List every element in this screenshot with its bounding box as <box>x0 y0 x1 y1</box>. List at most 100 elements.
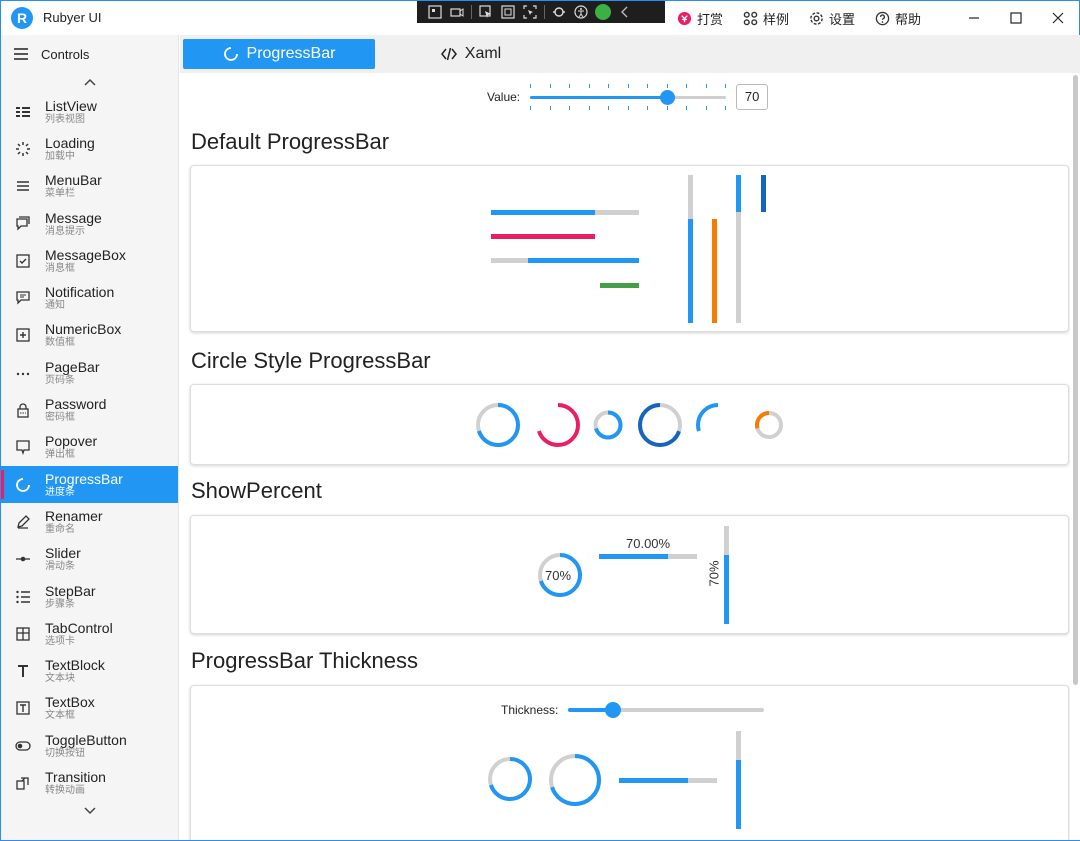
progressbar-horizontal-pink <box>491 234 595 239</box>
layout-adorner-icon[interactable] <box>500 5 516 19</box>
sidebar-item-sublabel: 进度条 <box>45 486 75 498</box>
sidebar-item-sublabel: 滑动条 <box>45 561 75 573</box>
settings-label: 设置 <box>829 12 856 27</box>
close-button[interactable] <box>1037 1 1079 35</box>
thickness-circle-large <box>549 754 601 806</box>
donate-button[interactable]: 打赏 <box>677 9 723 28</box>
bar-percent-text: 70.00% <box>626 536 671 551</box>
progressbar-horizontal-green <box>600 283 639 288</box>
collapse-toolbar-icon[interactable] <box>617 5 633 19</box>
thickness-slider[interactable] <box>568 701 765 719</box>
sidebar-item-sublabel: 数值框 <box>45 337 75 349</box>
sidebar-item-menubar[interactable]: MenuBar 菜单栏 <box>1 168 178 205</box>
circle-progress-partial <box>696 403 740 447</box>
progressbar-vertical-top <box>736 175 741 323</box>
sidebar-item-loading[interactable]: Loading 加载中 <box>1 130 178 167</box>
sidebar-item-label: ToggleButton <box>45 731 127 748</box>
vertical-percent-text: 70% <box>706 560 722 587</box>
thickness-label: Thickness: <box>501 703 559 717</box>
code-icon <box>440 47 457 61</box>
circle-percent-text: 70% <box>545 568 572 583</box>
check-ok-icon[interactable] <box>595 4 611 20</box>
progressbar-vertical-darkblue <box>761 175 766 212</box>
progressbar-percent-vertical <box>724 526 729 624</box>
sidebar-item-messagebox[interactable]: MessageBox 消息框 <box>1 242 178 279</box>
transition-icon <box>1 775 45 791</box>
chevron-up-icon <box>83 78 96 86</box>
donate-icon <box>677 11 692 26</box>
thickness-slider-thumb[interactable] <box>605 702 622 718</box>
sidebar-scroll-down[interactable] <box>1 802 178 820</box>
debug-toolbar <box>417 1 665 23</box>
app-logo-icon: R <box>11 7 33 29</box>
circle-progress-blue <box>476 403 520 447</box>
value-input[interactable]: 70 <box>736 84 769 110</box>
progress-fill <box>599 554 668 559</box>
sidebar-item-transition[interactable]: Transition 转换动画 <box>1 764 178 801</box>
minimize-icon <box>969 17 979 19</box>
progress-fill <box>736 760 741 829</box>
content-scrollbar[interactable] <box>1073 75 1078 685</box>
progress-fill <box>619 778 688 783</box>
tab-progressbar-label: ProgressBar <box>246 45 336 62</box>
slider-ticks-top <box>530 84 727 88</box>
accessibility-icon[interactable] <box>573 5 589 19</box>
sidebar-item-sublabel: 文本块 <box>45 673 75 685</box>
hot-reload-icon[interactable] <box>551 5 567 19</box>
sidebar-item-popover[interactable]: Popover 弹出框 <box>1 429 178 466</box>
maximize-button[interactable] <box>995 1 1037 35</box>
grid-icon <box>743 11 758 26</box>
settings-button[interactable]: 设置 <box>809 9 855 28</box>
samples-button[interactable]: 样例 <box>743 9 789 28</box>
progressbar-horizontal-rtl <box>491 258 639 263</box>
sidebar-items: ListView 列表视图 Loading 加载中 MenuBar 菜单栏 Message 消… <box>1 93 178 802</box>
sidebar-item-stepbar[interactable]: StepBar 步骤条 <box>1 578 178 615</box>
circle-progress-arc <box>536 403 580 447</box>
sidebar-item-pagebar[interactable]: PageBar 页码条 <box>1 354 178 391</box>
progressbar-percent-horizontal <box>599 554 697 559</box>
slider-thumb[interactable] <box>660 90 676 105</box>
dots-icon <box>1 365 45 381</box>
sidebar-item-renamer[interactable]: Renamer 重命名 <box>1 503 178 540</box>
value-slider[interactable] <box>530 82 727 112</box>
content-panel: Value: 70 Default ProgressBar Circle Sty… <box>180 73 1070 840</box>
sidebar-item-textbox[interactable]: TextBox 文本框 <box>1 690 178 727</box>
live-tree-icon[interactable] <box>427 5 443 19</box>
tab-progressbar[interactable]: ProgressBar <box>183 39 375 69</box>
help-icon <box>875 11 890 26</box>
sidebar-item-slider[interactable]: Slider 滑动条 <box>1 541 178 578</box>
sidebar-item-label: Notification <box>45 284 115 301</box>
sidebar-item-message[interactable]: Message 消息提示 <box>1 205 178 242</box>
sidebar-item-numericbox[interactable]: NumericBox 数值框 <box>1 317 178 354</box>
progress-fill <box>491 234 595 239</box>
thickness-progressbar-card: Thickness: <box>190 685 1069 840</box>
sidebar-item-password[interactable]: Password 密码框 <box>1 391 178 428</box>
sidebar-item-label: Password <box>45 396 107 413</box>
sidebar-item-textblock[interactable]: TextBlock 文本块 <box>1 652 178 689</box>
sidebar-item-label: Popover <box>45 433 98 450</box>
sidebar-item-sublabel: 密码框 <box>45 412 75 424</box>
sidebar-item-tabcontrol[interactable]: TabControl 选项卡 <box>1 615 178 652</box>
sidebar-scroll-up[interactable] <box>1 73 178 91</box>
record-icon[interactable] <box>449 5 465 19</box>
track-focus-icon[interactable] <box>522 5 538 19</box>
text-icon <box>1 663 45 679</box>
section-title-percent: ShowPercent <box>191 478 322 503</box>
textbox-icon <box>1 700 45 716</box>
minimize-button[interactable] <box>953 1 995 35</box>
list-view-icon <box>1 104 45 120</box>
tab-xaml[interactable]: Xaml <box>375 39 567 69</box>
sidebar-header[interactable]: Controls <box>1 35 178 73</box>
section-title-default: Default ProgressBar <box>191 129 390 154</box>
sidebar-item-listview[interactable]: ListView 列表视图 <box>1 93 178 130</box>
sidebar-item-togglebutton[interactable]: ToggleButton 切换按钮 <box>1 727 178 764</box>
help-label: 帮助 <box>895 12 922 27</box>
sidebar-item-notification[interactable]: Notification 通知 <box>1 279 178 316</box>
select-element-icon[interactable] <box>478 5 494 19</box>
circle-progressbar-card <box>190 384 1069 465</box>
app-window: R Rubyer UI 打赏 样例 设置 帮助 Controls ListVie… <box>0 0 1080 841</box>
progressbar-vertical <box>688 175 693 323</box>
sidebar-item-progressbar[interactable]: ProgressBar 进度条 <box>1 465 178 504</box>
help-button[interactable]: 帮助 <box>875 9 921 28</box>
circle-progress-small <box>593 410 623 440</box>
